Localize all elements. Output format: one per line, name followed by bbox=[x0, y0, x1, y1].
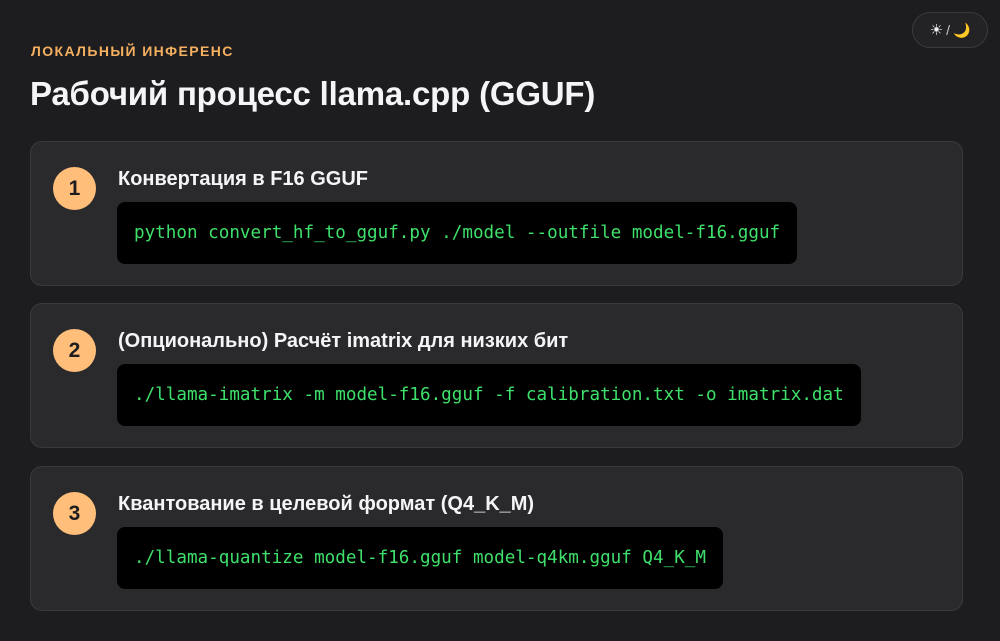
step-number-badge: 1 bbox=[53, 167, 96, 210]
step-title: Квантование в целевой формат (Q4_K_M) bbox=[118, 493, 535, 515]
step-title: (Опционально) Расчёт imatrix для низких … bbox=[118, 330, 569, 352]
code-block[interactable]: ./llama-quantize model-f16.gguf model-q4… bbox=[117, 527, 723, 589]
theme-toggle-button[interactable]: ☀ / 🌙 bbox=[912, 12, 988, 48]
moon-icon: 🌙 bbox=[952, 21, 971, 38]
step-card-3: 3 Квантование в целевой формат (Q4_K_M) … bbox=[30, 466, 963, 611]
section-eyebrow: ЛОКАЛЬНЫЙ ИНФЕРЕНС bbox=[31, 43, 234, 59]
step-number-badge: 2 bbox=[53, 329, 96, 372]
step-title: Конвертация в F16 GGUF bbox=[118, 168, 368, 190]
page-title: Рабочий процесс llama.cpp (GGUF) bbox=[30, 75, 596, 112]
step-card-1: 1 Конвертация в F16 GGUF python convert_… bbox=[30, 141, 963, 286]
theme-toggle-separator: / bbox=[946, 22, 950, 38]
code-block[interactable]: ./llama-imatrix -m model-f16.gguf -f cal… bbox=[117, 364, 861, 426]
code-block[interactable]: python convert_hf_to_gguf.py ./model --o… bbox=[117, 202, 798, 264]
sun-icon: ☀ bbox=[929, 22, 944, 39]
step-card-2: 2 (Опционально) Расчёт imatrix для низки… bbox=[30, 303, 963, 448]
step-number-badge: 3 bbox=[53, 492, 96, 535]
